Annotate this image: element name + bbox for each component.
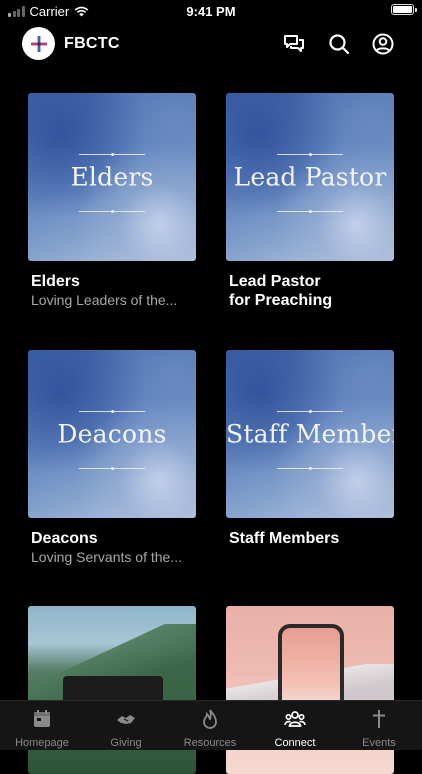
app-header: FBCTC [0,24,422,64]
tab-connect[interactable]: Connect [253,701,337,751]
thumbnail-title: Deacons [57,419,167,449]
card-title: Staff Members [229,530,340,547]
divider [79,409,145,413]
thumbnail-title: Staff Members [226,419,394,449]
church-logo[interactable] [22,27,55,60]
thumbnail-title: Elders [70,162,154,192]
battery-icon [391,4,417,15]
profile-icon[interactable] [371,32,395,56]
card-subtitle: Loving Servants of the... [31,549,182,565]
tab-label: Connect [274,737,316,749]
status-bar: Carrier 9:41 PM [0,0,422,24]
tab-bar: Homepage Giving Resources Connect Events [0,700,422,750]
card-title: Lead Pastor for Preaching [229,273,333,309]
calendar-icon [31,708,53,730]
status-time: 9:41 PM [186,4,236,19]
tab-label: Homepage [15,737,69,749]
search-icon[interactable] [327,32,351,56]
card-deacons[interactable]: Deacons Deacons Loving Servants of the..… [28,350,196,566]
thumbnail-title: Lead Pastor [233,162,387,192]
divider [79,152,145,156]
card-lead-pastor[interactable]: Lead Pastor Lead Pastor for Preaching [226,93,394,310]
divider [277,209,343,213]
card-thumbnail: Lead Pastor [226,93,394,261]
card-title: Deacons [31,530,98,547]
card-thumbnail: Staff Members [226,350,394,518]
tab-resources[interactable]: Resources [168,701,252,751]
app-title: FBCTC [64,35,120,52]
tab-homepage[interactable]: Homepage [0,701,84,751]
divider [79,209,145,213]
card-thumbnail: Elders [28,93,196,261]
tab-giving[interactable]: Giving [84,701,168,751]
card-thumbnail: Deacons [28,350,196,518]
divider [277,409,343,413]
tab-label: Giving [110,737,142,749]
tab-label: Resources [183,737,237,749]
card-elders[interactable]: Elders Elders Loving Leaders of the... [28,93,196,309]
divider [79,466,145,470]
divider [277,466,343,470]
card-staff-members[interactable]: Staff Members Staff Members [226,350,394,548]
people-icon [284,708,306,730]
tab-events[interactable]: Events [337,701,421,751]
card-subtitle: Loving Leaders of the... [31,292,178,308]
handshake-icon [115,708,137,730]
cross-icon [368,708,390,730]
logo-cross-icon [30,35,47,52]
card-title: Elders [31,273,80,290]
flame-icon [199,708,221,730]
divider [277,152,343,156]
messages-icon[interactable] [282,32,306,56]
tab-label: Events [362,737,396,749]
